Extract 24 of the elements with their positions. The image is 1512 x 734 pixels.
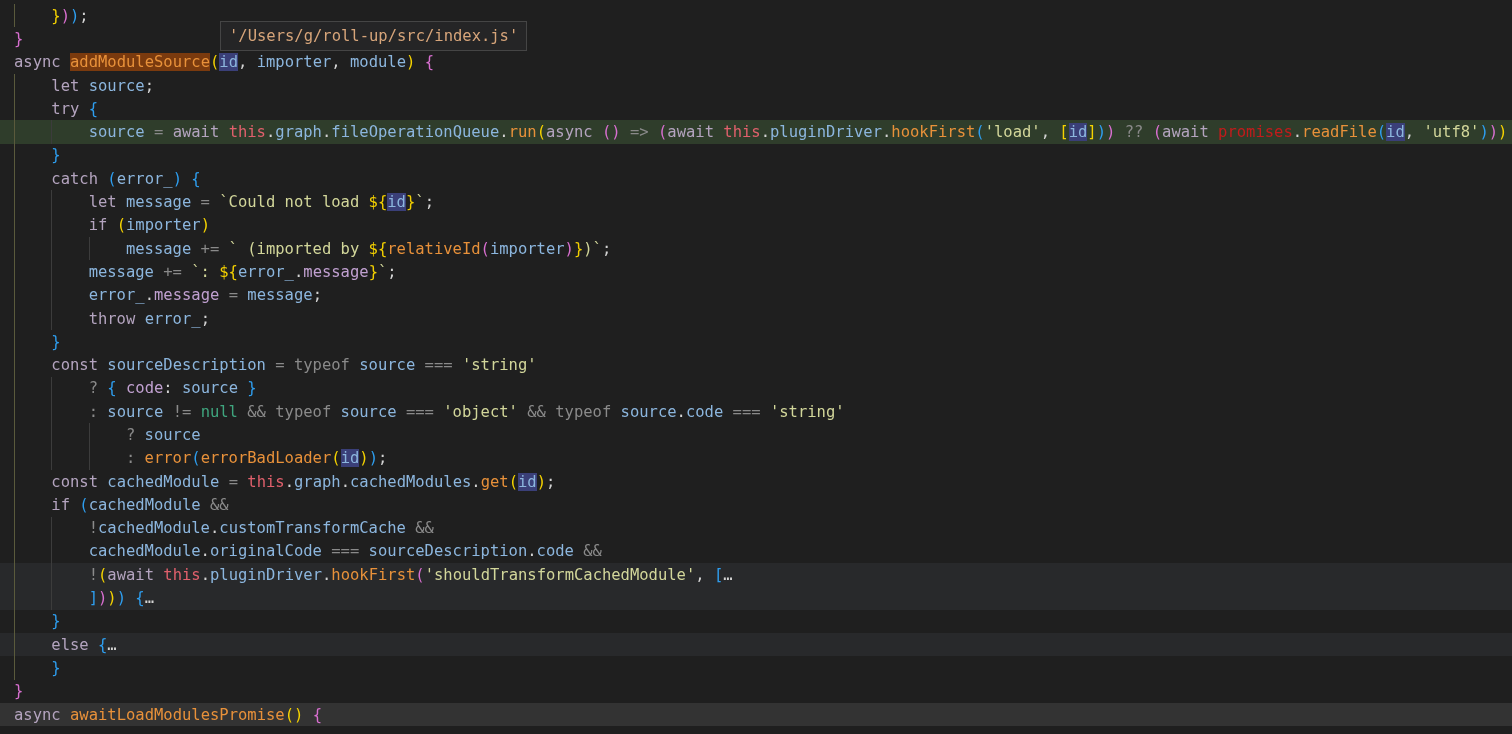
code-line: const cachedModule = this.graph.cachedModules.get(id); <box>0 469 560 494</box>
code-line: } <box>0 143 65 168</box>
code-line: catch (error_) { <box>0 167 205 191</box>
code-line: const sourceDescription = typeof source === 'string' <box>0 353 541 377</box>
code-line: message += ` (imported by ${relativeId(importer)})`; <box>0 236 616 261</box>
code-line: } <box>13 681 25 703</box>
hover-tooltip: '/Users/g/roll-up/src/index.js' <box>220 21 528 51</box>
code-line: let message = `Could not load ${id}`; <box>0 190 438 214</box>
code-line: } <box>13 28 25 50</box>
code-line: } <box>0 330 65 354</box>
code-line: } <box>0 656 65 680</box>
code-line: !cachedModule.customTransformCache && <box>0 516 438 540</box>
code-line: throw error_; <box>0 306 214 331</box>
code-line: if (importer) <box>0 213 214 237</box>
code-line: })); <box>0 4 93 28</box>
code-line: error_.message = message; <box>0 283 326 307</box>
code-line: : source != null && typeof source === 'object' && typeof source.code === 'string' <box>0 400 849 424</box>
code-line: message += `: ${error_.message}`; <box>0 260 401 284</box>
code-line: ? { code: source } <box>0 376 261 401</box>
code-line: : error(errorBadLoader(id)); <box>0 446 392 470</box>
code-line: ? source <box>0 423 205 447</box>
code-line: async addModuleSource(id, importer, module) { <box>13 52 435 74</box>
code-line: if (cachedModule && <box>0 493 233 517</box>
code-line: let source; <box>0 73 158 98</box>
